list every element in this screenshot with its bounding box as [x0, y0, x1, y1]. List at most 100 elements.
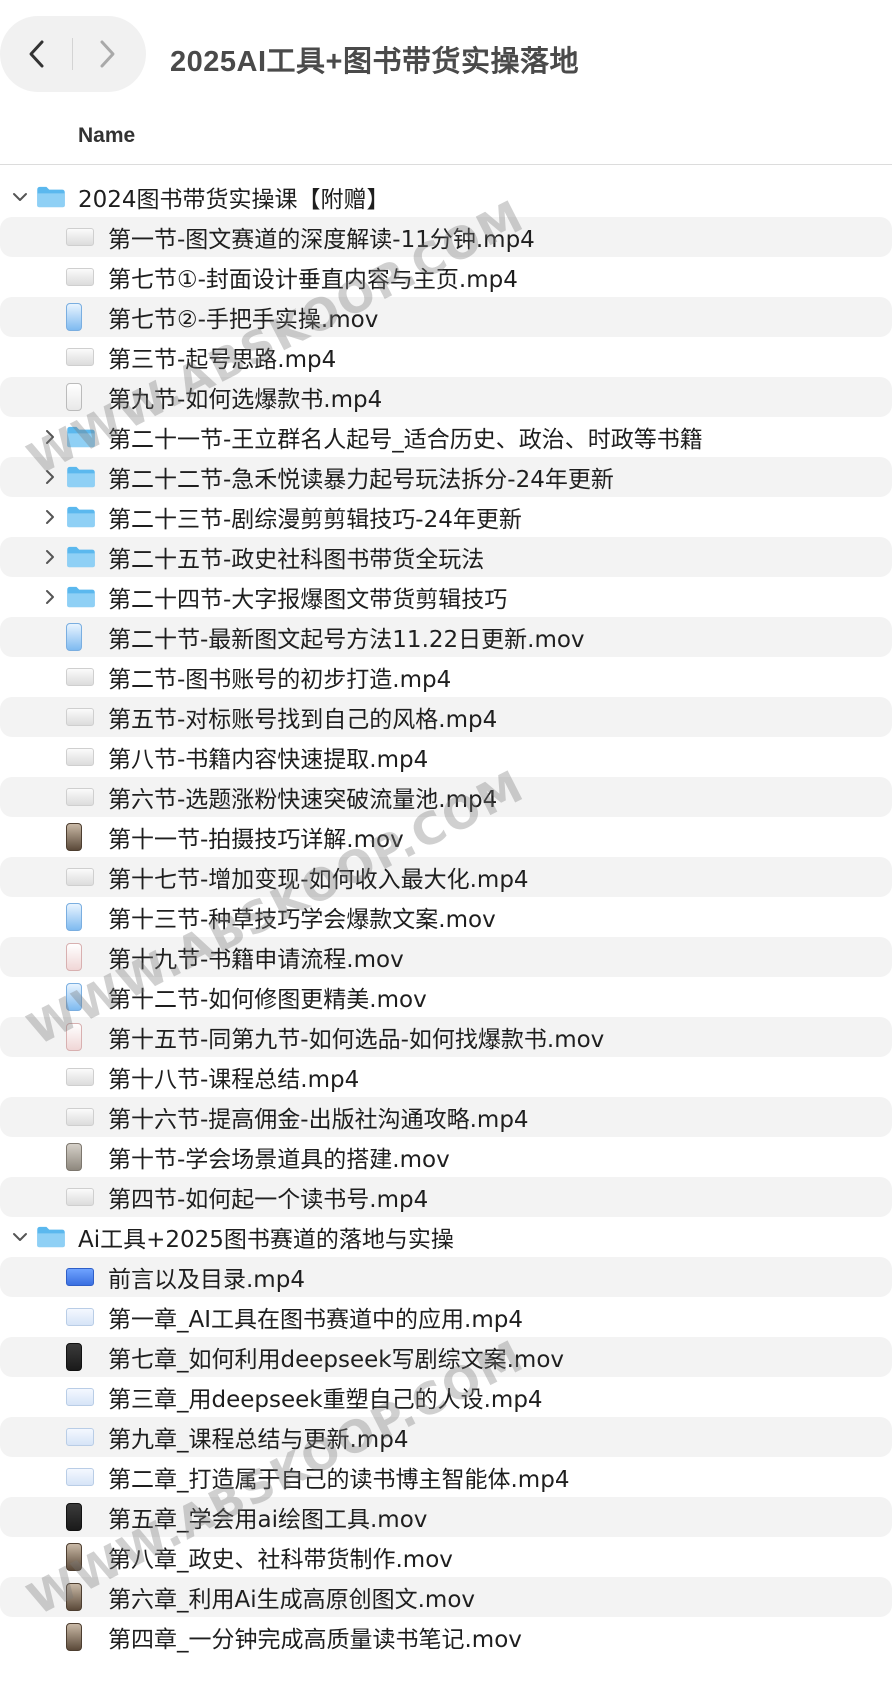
- file-name: 第四章_一分钟完成高质量读书笔记.mov: [108, 1627, 522, 1653]
- folder-row[interactable]: 第二十四节-大字报爆图文带货剪辑技巧: [0, 577, 892, 617]
- folder-name: 第二十二节-急禾悦读暴力起号玩法拆分-24年更新: [108, 467, 614, 493]
- video-file-icon: [66, 748, 94, 766]
- file-row[interactable]: 第九节-如何选爆款书.mp4: [0, 377, 892, 417]
- file-row[interactable]: 第五章_学会用ai绘图工具.mov: [0, 1497, 892, 1537]
- file-name: 第六章_利用Ai生成高原创图文.mov: [108, 1587, 476, 1613]
- chevron-right-icon: [100, 40, 115, 68]
- file-row[interactable]: 第三章_用deepseek重塑自己的人设.mp4: [0, 1377, 892, 1417]
- file-row[interactable]: 第十五节-同第九节-如何选品-如何找爆款书.mov: [0, 1017, 892, 1057]
- folder-name: Ai工具+2025图书赛道的落地与实操: [78, 1227, 454, 1253]
- chevron-right-icon[interactable]: [40, 587, 60, 607]
- file-name: 第十节-学会场景道具的搭建.mov: [108, 1147, 450, 1173]
- file-row[interactable]: 第十二节-如何修图更精美.mov: [0, 977, 892, 1017]
- toolbar: 2025AI工具+图书带货实操落地: [0, 0, 892, 118]
- file-row[interactable]: 第八章_政史、社科带货制作.mov: [0, 1537, 892, 1577]
- file-row[interactable]: 第十九节-书籍申请流程.mov: [0, 937, 892, 977]
- file-row[interactable]: 第五节-对标账号找到自己的风格.mp4: [0, 697, 892, 737]
- chevron-right-icon[interactable]: [40, 427, 60, 447]
- file-name: 第五章_学会用ai绘图工具.mov: [108, 1507, 428, 1533]
- video-file-icon: [66, 1543, 82, 1571]
- file-name: 第十二节-如何修图更精美.mov: [108, 987, 427, 1013]
- video-file-icon: [66, 1583, 82, 1611]
- file-name: 第二节-图书账号的初步打造.mp4: [108, 667, 452, 693]
- chevron-right-icon[interactable]: [40, 547, 60, 567]
- column-header-name[interactable]: Name: [78, 124, 135, 148]
- video-file-icon: [66, 1143, 82, 1171]
- video-file-icon: [66, 1388, 94, 1406]
- file-name: 第十三节-种草技巧学会爆款文案.mov: [108, 907, 496, 933]
- forward-button[interactable]: [72, 16, 142, 92]
- file-row[interactable]: 第七章_如何利用deepseek写剧综文案.mov: [0, 1337, 892, 1377]
- back-button[interactable]: [2, 16, 72, 92]
- file-name: 第一节-图文赛道的深度解读-11分钟.mp4: [108, 227, 535, 253]
- file-row[interactable]: 第十六节-提高佣金-出版社沟通攻略.mp4: [0, 1097, 892, 1137]
- column-header: Name: [0, 118, 892, 165]
- folder-name: 第二十一节-王立群名人起号_适合历史、政治、时政等书籍: [108, 427, 703, 453]
- folder-icon: [36, 186, 66, 208]
- video-file-icon: [66, 1343, 82, 1371]
- file-name: 第五节-对标账号找到自己的风格.mp4: [108, 707, 498, 733]
- file-list: 2024图书带货实操课【附赠】第一节-图文赛道的深度解读-11分钟.mp4 第七节…: [0, 177, 892, 1657]
- chevron-right-icon[interactable]: [40, 507, 60, 527]
- video-file-icon: [66, 1308, 94, 1326]
- file-row[interactable]: 第八节-书籍内容快速提取.mp4: [0, 737, 892, 777]
- folder-row[interactable]: 第二十二节-急禾悦读暴力起号玩法拆分-24年更新: [0, 457, 892, 497]
- file-name: 前言以及目录.mp4: [108, 1267, 305, 1293]
- folder-name: 第二十三节-剧综漫剪剪辑技巧-24年更新: [108, 507, 522, 533]
- chevron-right-icon[interactable]: [40, 467, 60, 487]
- video-file-icon: [66, 1108, 94, 1126]
- file-row[interactable]: 第二节-图书账号的初步打造.mp4: [0, 657, 892, 697]
- chevron-down-icon[interactable]: [10, 1227, 30, 1247]
- file-name: 第十八节-课程总结.mp4: [108, 1067, 360, 1093]
- file-row[interactable]: 第十七节-增加变现-如何收入最大化.mp4: [0, 857, 892, 897]
- file-name: 第十七节-增加变现-如何收入最大化.mp4: [108, 867, 529, 893]
- video-file-icon: [66, 1268, 94, 1286]
- file-row[interactable]: 第十一节-拍摄技巧详解.mov: [0, 817, 892, 857]
- file-name: 第三章_用deepseek重塑自己的人设.mp4: [108, 1387, 543, 1413]
- file-row[interactable]: 第七节①-封面设计垂直内容与主页.mp4: [0, 257, 892, 297]
- video-file-icon: [66, 1623, 82, 1651]
- video-file-icon: [66, 943, 82, 971]
- file-row[interactable]: 第九章_课程总结与更新.mp4: [0, 1417, 892, 1457]
- file-row[interactable]: 第十节-学会场景道具的搭建.mov: [0, 1137, 892, 1177]
- file-name: 第六节-选题涨粉快速突破流量池.mp4: [108, 787, 498, 813]
- video-file-icon: [66, 1468, 94, 1486]
- folder-row[interactable]: 第二十三节-剧综漫剪剪辑技巧-24年更新: [0, 497, 892, 537]
- folder-row[interactable]: Ai工具+2025图书赛道的落地与实操: [0, 1217, 892, 1257]
- file-name: 第四节-如何起一个读书号.mp4: [108, 1187, 429, 1213]
- file-row[interactable]: 第三节-起号思路.mp4: [0, 337, 892, 377]
- file-row[interactable]: 前言以及目录.mp4: [0, 1257, 892, 1297]
- file-name: 第十九节-书籍申请流程.mov: [108, 947, 404, 973]
- folder-row[interactable]: 2024图书带货实操课【附赠】: [0, 177, 892, 217]
- folder-icon: [66, 426, 96, 448]
- file-row[interactable]: 第四章_一分钟完成高质量读书笔记.mov: [0, 1617, 892, 1657]
- file-name: 第九节-如何选爆款书.mp4: [108, 387, 383, 413]
- folder-icon: [36, 1226, 66, 1248]
- file-name: 第十五节-同第九节-如何选品-如何找爆款书.mov: [108, 1027, 605, 1053]
- chevron-left-icon: [29, 40, 44, 68]
- video-file-icon: [66, 788, 94, 806]
- file-row[interactable]: 第七节②-手把手实操.mov: [0, 297, 892, 337]
- file-row[interactable]: 第二十节-最新图文起号方法11.22日更新.mov: [0, 617, 892, 657]
- file-row[interactable]: 第六章_利用Ai生成高原创图文.mov: [0, 1577, 892, 1617]
- video-file-icon: [66, 1503, 82, 1531]
- file-name: 第十一节-拍摄技巧详解.mov: [108, 827, 404, 853]
- video-file-icon: [66, 348, 94, 366]
- file-row[interactable]: 第六节-选题涨粉快速突破流量池.mp4: [0, 777, 892, 817]
- window-title: 2025AI工具+图书带货实操落地: [170, 46, 579, 78]
- file-name: 第七节②-手把手实操.mov: [108, 307, 379, 333]
- folder-row[interactable]: 第二十五节-政史社科图书带货全玩法: [0, 537, 892, 577]
- file-name: 第七章_如何利用deepseek写剧综文案.mov: [108, 1347, 565, 1373]
- file-row[interactable]: 第十八节-课程总结.mp4: [0, 1057, 892, 1097]
- file-row[interactable]: 第四节-如何起一个读书号.mp4: [0, 1177, 892, 1217]
- file-row[interactable]: 第二章_打造属于自己的读书博主智能体.mp4: [0, 1457, 892, 1497]
- file-row[interactable]: 第十三节-种草技巧学会爆款文案.mov: [0, 897, 892, 937]
- folder-row[interactable]: 第二十一节-王立群名人起号_适合历史、政治、时政等书籍: [0, 417, 892, 457]
- chevron-down-icon[interactable]: [10, 187, 30, 207]
- file-name: 第七节①-封面设计垂直内容与主页.mp4: [108, 267, 518, 293]
- video-file-icon: [66, 623, 82, 651]
- video-file-icon: [66, 383, 82, 411]
- file-name: 第二十节-最新图文起号方法11.22日更新.mov: [108, 627, 585, 653]
- file-row[interactable]: 第一章_AI工具在图书赛道中的应用.mp4: [0, 1297, 892, 1337]
- file-row[interactable]: 第一节-图文赛道的深度解读-11分钟.mp4: [0, 217, 892, 257]
